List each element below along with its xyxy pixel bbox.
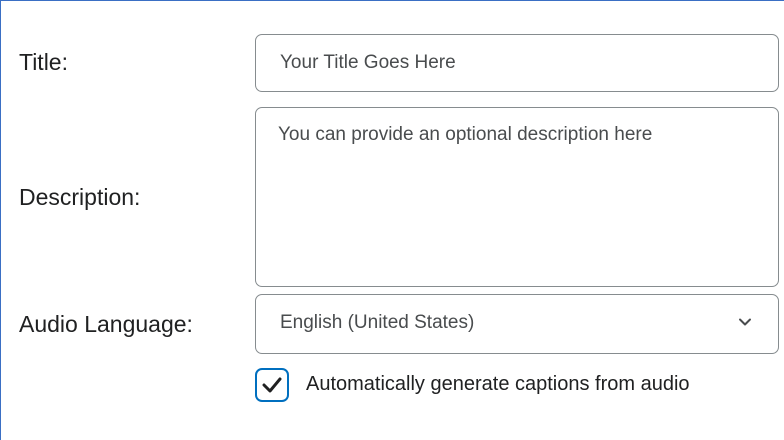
captions-checkbox[interactable] [255,368,289,402]
description-label: Description: [19,184,141,210]
title-input[interactable]: Your Title Goes Here [255,34,779,92]
media-properties-form: Title: Your Title Goes Here Description:… [0,0,784,440]
captions-checkbox-label[interactable]: Automatically generate captions from aud… [306,371,690,397]
title-input-value: Your Title Goes Here [280,52,456,73]
audio-language-select[interactable]: English (United States) [255,294,779,354]
audio-language-selected-value: English (United States) [280,312,475,333]
title-label: Title: [19,49,68,75]
description-textarea-value: You can provide an optional description … [278,124,653,145]
description-textarea[interactable]: You can provide an optional description … [255,107,779,287]
audio-language-label: Audio Language: [19,311,193,337]
checkmark-icon [262,377,282,393]
chevron-down-icon [739,318,751,326]
